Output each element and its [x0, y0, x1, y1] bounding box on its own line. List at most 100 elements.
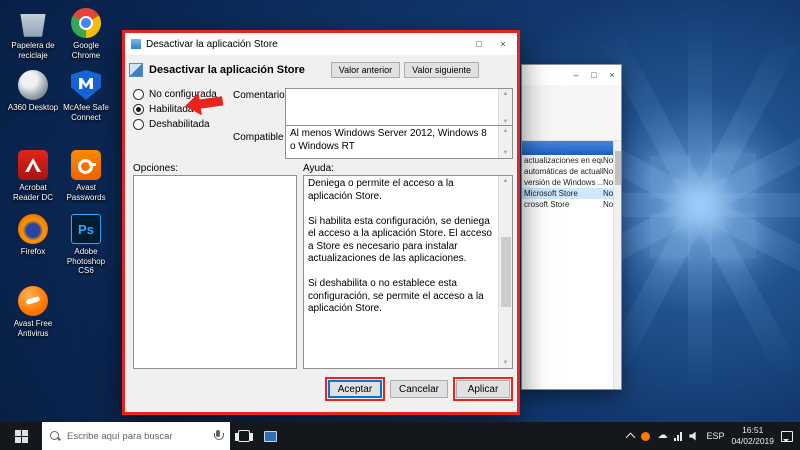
previous-setting-button[interactable]: Valor anterior — [330, 62, 401, 78]
accept-button[interactable]: Aceptar — [327, 380, 382, 398]
desktop-icon-label: Avast Passwords — [66, 183, 106, 202]
wallpaper-window-pane — [710, 153, 756, 198]
avast-tray-icon[interactable] — [641, 431, 651, 441]
comment-input[interactable]: ▲ ▼ — [285, 88, 513, 128]
comment-text[interactable] — [286, 89, 498, 127]
setting-row[interactable]: crosoft Store No — [522, 199, 621, 210]
task-view-button[interactable] — [230, 422, 257, 450]
scrollbar[interactable]: ▲ ▼ — [498, 126, 512, 158]
volume-icon[interactable] — [689, 431, 696, 441]
group-policy-editor-window[interactable]: – □ × actualizaciones en equ... No autom… — [521, 64, 622, 390]
desktop-icon-acrobat[interactable]: Acrobat Reader DC — [6, 150, 60, 202]
taskbar-app-button[interactable] — [257, 422, 284, 450]
network-signal-icon[interactable] — [674, 431, 683, 441]
desktop-icon-a360[interactable]: A360 Desktop — [6, 70, 60, 113]
wallpaper-beam — [600, 31, 800, 379]
desktop-icon-firefox[interactable]: Firefox — [6, 214, 60, 257]
tray-time: 16:51 — [742, 424, 764, 435]
avast-icon — [18, 286, 48, 316]
radio-label: Deshabilitada — [149, 119, 210, 130]
scroll-up-icon[interactable]: ▲ — [503, 126, 509, 136]
scroll-up-icon[interactable]: ▲ — [503, 89, 509, 99]
avast-passwords-icon — [71, 150, 101, 180]
windows-logo-icon — [14, 429, 28, 443]
radio-not-configured[interactable]: No configurada — [133, 89, 217, 100]
desktop-icon-label: Google Chrome — [71, 41, 101, 60]
desktop-icon-chrome[interactable]: Google Chrome — [59, 8, 113, 60]
radio-enabled[interactable]: Habilitada — [133, 104, 193, 115]
scrollbar[interactable]: ▲ ▼ — [498, 89, 512, 127]
start-button[interactable] — [0, 422, 42, 450]
desktop-icon-photoshop[interactable]: Ps Adobe Photoshop CS6 — [59, 214, 113, 276]
radio-circle-selected[interactable] — [133, 104, 144, 115]
chrome-icon — [71, 8, 101, 38]
supported-on-value: Al menos Windows Server 2012, Windows 8 … — [290, 128, 487, 152]
tray-date: 04/02/2019 — [731, 436, 774, 446]
setting-label: crosoft Store — [524, 200, 570, 209]
options-panel[interactable] — [133, 175, 297, 369]
a360-icon — [18, 70, 48, 100]
language-indicator[interactable]: ESP — [706, 431, 724, 441]
setting-row[interactable]: actualizaciones en equ... No — [522, 155, 621, 166]
dialog-header: Desactivar la aplicación Store Valor ant… — [129, 59, 513, 81]
policy-setting-dialog: Desactivar la aplicación Store □ × Desac… — [122, 30, 520, 415]
close-icon[interactable]: × — [603, 70, 621, 80]
radio-circle[interactable] — [133, 89, 144, 100]
help-panel[interactable]: Deniega o permite el acceso a la aplicac… — [303, 175, 513, 369]
clock[interactable]: 16:51 04/02/2019 — [731, 425, 774, 447]
desktop-icon-label: Firefox — [20, 247, 46, 256]
close-icon[interactable]: × — [491, 33, 515, 55]
photoshop-icon: Ps — [71, 214, 101, 244]
apply-button[interactable]: Aplicar — [456, 380, 510, 398]
wallpaper-beam — [600, 31, 800, 379]
setting-row-microsoft-store[interactable]: Microsoft Store No — [522, 188, 621, 199]
scrollbar-thumb[interactable] — [500, 237, 511, 307]
options-label: Opciones: — [133, 163, 179, 174]
desktop-icon-recycle-bin[interactable]: Papelera de reciclaje — [6, 8, 60, 60]
chevron-up-icon[interactable] — [625, 432, 636, 443]
setting-label: actualizaciones en equ... — [524, 156, 603, 165]
scroll-up-icon[interactable]: ▲ — [503, 176, 509, 186]
wallpaper-window-pane — [710, 212, 756, 258]
scroll-down-icon[interactable]: ▼ — [503, 148, 509, 158]
radio-disabled[interactable]: Deshabilitada — [133, 119, 210, 130]
firefox-icon — [18, 214, 48, 244]
dialog-titlebar[interactable]: Desactivar la aplicación Store □ × — [125, 33, 517, 55]
desktop-icon-mcafee[interactable]: McAfee Safe Connect — [59, 70, 113, 122]
taskbar-spacer — [284, 422, 622, 450]
scrollbar[interactable] — [613, 141, 621, 389]
scrollbar-thumb[interactable] — [615, 151, 621, 185]
dialog-buttons: Aceptar Cancelar Aplicar — [324, 377, 513, 401]
setting-label: versión de Windows ... — [524, 178, 603, 187]
desktop-icon-label: A360 Desktop — [7, 103, 59, 112]
bg-window-titlebar: – □ × — [522, 65, 621, 85]
search-placeholder: Escribe aquí para buscar — [67, 430, 173, 442]
comment-label: Comentario: — [233, 90, 288, 101]
maximize-icon[interactable]: □ — [585, 70, 603, 80]
cloud-icon[interactable]: ☁ — [657, 431, 667, 441]
setting-row[interactable]: versión de Windows ... No — [522, 177, 621, 188]
bg-window-toolbar — [522, 85, 621, 141]
scroll-down-icon[interactable]: ▼ — [503, 358, 509, 368]
selected-setting-row[interactable] — [522, 141, 621, 155]
wallpaper-beam — [688, 15, 712, 395]
minimize-icon[interactable]: – — [567, 70, 585, 80]
system-tray: ☁ ESP 16:51 04/02/2019 — [622, 422, 800, 450]
help-label: Ayuda: — [303, 163, 334, 174]
microphone-icon[interactable] — [213, 429, 224, 443]
desktop-icon-avast-antivirus[interactable]: Avast Free Antivirus — [6, 286, 60, 338]
search-input[interactable]: Escribe aquí para buscar — [42, 422, 230, 450]
taskbar: Escribe aquí para buscar ☁ ESP 16:51 04/… — [0, 422, 800, 450]
action-center-icon[interactable] — [781, 430, 793, 442]
desktop-icon-avast-passwords[interactable]: Avast Passwords — [59, 150, 113, 202]
setting-row[interactable]: automáticas de actualiz... No — [522, 166, 621, 177]
search-icon — [49, 430, 61, 442]
scrollbar[interactable]: ▲ ▼ — [498, 176, 512, 368]
cancel-button[interactable]: Cancelar — [389, 380, 448, 398]
radio-circle[interactable] — [133, 119, 144, 130]
dialog-icon — [131, 39, 141, 49]
app-window-icon — [264, 430, 277, 442]
supported-on-box[interactable]: Al menos Windows Server 2012, Windows 8 … — [285, 125, 513, 159]
next-setting-button[interactable]: Valor siguiente — [404, 62, 479, 78]
maximize-icon[interactable]: □ — [467, 33, 491, 55]
